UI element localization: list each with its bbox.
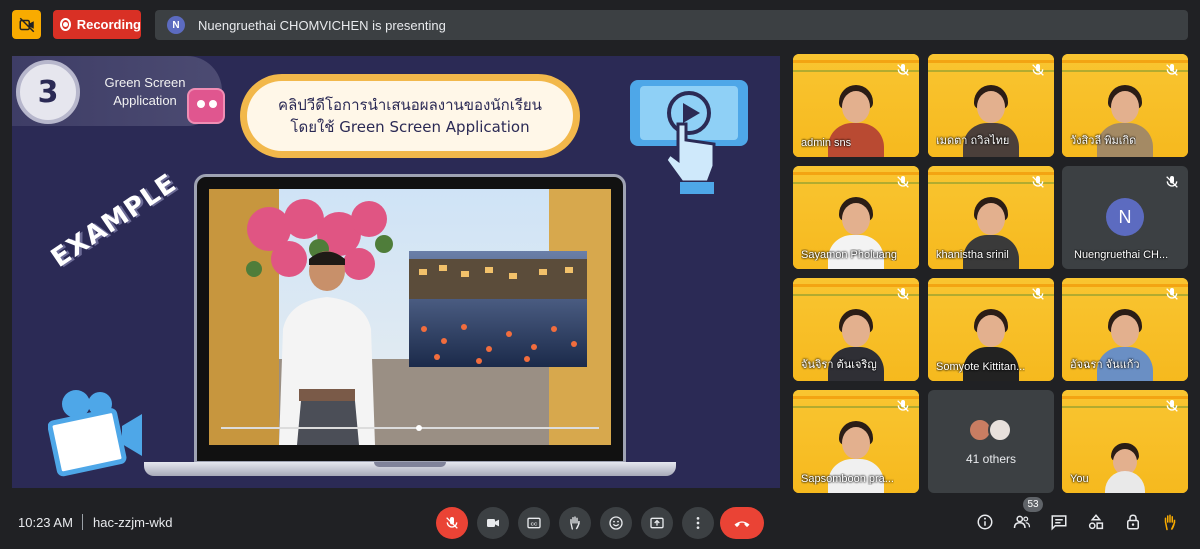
mic-off-icon [897,400,909,412]
participant-tile[interactable]: Sayamon Pholuang [793,166,919,269]
emoji-icon [609,516,623,530]
mic-toggle-button[interactable] [436,507,468,539]
participant-name: Sapsomboon pra... [801,473,894,485]
presenting-text: Nuengruethai CHOMVICHEN is presenting [198,17,446,33]
slide-title-line2: โดยใช้ Green Screen Application [290,118,530,136]
others-tile[interactable]: 41 others [928,390,1054,493]
emoji-button[interactable] [600,507,632,539]
more-options-icon [696,517,700,529]
self-tile[interactable]: You [1062,390,1188,493]
participant-name: admin sns [801,137,852,149]
participant-name: อัจฉรา จันแก้ว [1070,359,1140,371]
raise-hand-button[interactable] [559,507,591,539]
mic-off-icon [1032,176,1044,188]
activities-button[interactable] [1085,511,1107,533]
meeting-info-button[interactable] [974,511,996,533]
participant-tile[interactable]: จันจิรา ต้นเจริญ [793,278,919,381]
host-controls-button[interactable] [1122,511,1144,533]
presenting-banner: N Nuengruethai CHOMVICHEN is presenting [155,10,1188,40]
mic-off-icon [1166,64,1178,76]
others-avatars [968,418,1012,442]
mic-off-icon [1032,288,1044,300]
step-number: 3 [16,60,80,124]
end-call-icon [734,521,750,528]
top-bar: Recording N Nuengruethai CHOMVICHEN is p… [0,0,1200,50]
clock: 10:23 AM [18,515,73,530]
chat-icon [1051,515,1067,531]
recording-badge[interactable]: Recording [53,10,141,39]
video-off-icon[interactable] [12,10,41,39]
mic-off-icon [446,517,458,529]
participant-tile[interactable]: เมดตา ถวิลไทย [928,54,1054,157]
record-icon [60,18,71,31]
raise-hand-icon [570,516,580,530]
captions-icon: CC [527,517,541,529]
mic-off-icon [897,176,909,188]
divider [82,514,83,530]
recording-label: Recording [76,17,141,32]
participant-tile[interactable]: Somyote Kittitan... [928,278,1054,381]
camera-icon [487,519,499,527]
participant-count-badge: 53 [1023,497,1043,512]
presenter-avatar: N [167,16,185,34]
end-call-button[interactable] [720,507,764,539]
host-controls-icon [1127,514,1139,530]
present-button[interactable] [641,507,673,539]
meeting-code: hac-zzjm-wkd [93,515,173,530]
mic-off-icon [897,288,909,300]
participant-name: จันจิรา ต้นเจริญ [801,359,877,371]
captions-button[interactable]: CC [518,507,550,539]
svg-text:CC: CC [531,521,538,526]
participant-name: เมดตา ถวิลไทย [936,135,1010,147]
participant-tile[interactable]: วังสิวลี พิมเกิด [1062,54,1188,157]
participant-tile[interactable]: Sapsomboon pra... [793,390,919,493]
mic-off-icon [897,64,909,76]
movie-camera-icon [48,390,142,477]
step-title: Green Screen Application [104,75,186,108]
participant-name: Nuengruethai CH... [1074,249,1169,261]
camera-toggle-button[interactable] [477,507,509,539]
present-icon [650,517,664,529]
participant-name: วังสิวลี พิมเกิด [1070,135,1137,147]
people-button[interactable] [1011,511,1033,533]
mic-off-icon [1166,176,1178,188]
mic-off-icon [1032,64,1044,76]
mic-off-icon [1166,288,1178,300]
presentation-slide: 3 Green Screen Application คลิปวีดีโอการ… [12,56,780,488]
monster-icon [187,88,225,124]
more-options-button[interactable] [682,507,714,539]
hand-icon [1164,514,1176,531]
participant-tile[interactable]: admin sns [793,54,919,157]
participant-name: You [1070,473,1089,485]
mic-off-icon [1166,400,1178,412]
participant-name: khanistha srinil [936,249,1009,261]
slide-title-box: คลิปวีดีโอการนำเสนอผลงานของนักเรียน โดยใ… [240,74,580,158]
bottom-bar: 10:23 AM hac-zzjm-wkd CC 53 [0,495,1200,549]
participant-name: Sayamon Pholuang [801,249,898,261]
chat-button[interactable] [1048,511,1070,533]
info-icon [977,514,993,530]
participant-name: Somyote Kittitan... [936,361,1026,373]
others-label: 41 others [965,452,1017,466]
slide-title-line1: คลิปวีดีโอการนำเสนอผลงานของนักเรียน [278,96,542,114]
participant-tile[interactable]: N Nuengruethai CH... [1062,166,1188,269]
laptop-screen [194,174,626,464]
raised-hand-indicator[interactable] [1159,511,1181,533]
example-label: EXAMPLE [45,168,183,274]
participant-avatar: N [1106,198,1144,236]
laptop-notch [374,462,446,467]
participant-tile[interactable]: อัจฉรา จันแก้ว [1062,278,1188,381]
participant-tile[interactable]: khanistha srinil [928,166,1054,269]
step-pill: 3 Green Screen Application [12,56,225,126]
video-play-icon [630,80,748,194]
example-video[interactable] [209,189,611,445]
people-icon [1013,515,1031,529]
activities-icon [1088,514,1104,530]
